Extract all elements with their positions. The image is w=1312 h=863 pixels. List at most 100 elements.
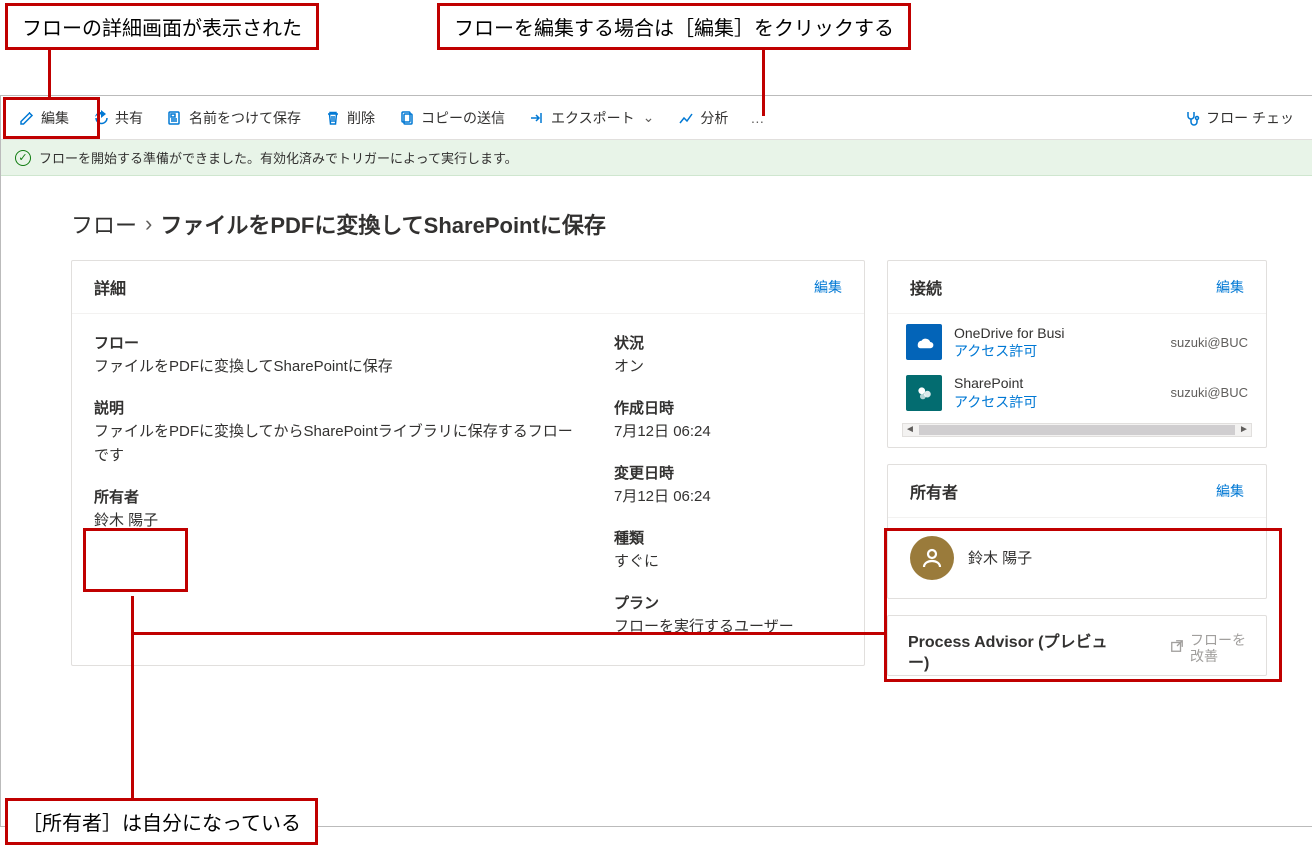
toolbar-label: 削除 bbox=[347, 108, 375, 128]
owners-card: 所有者 編集 鈴木 陽子 bbox=[887, 464, 1267, 599]
field-value: ファイルをPDFに変換してSharePointに保存 bbox=[94, 355, 574, 379]
callout-text: フローを編集する場合は［編集］をクリックする bbox=[454, 18, 894, 40]
connection-name: OneDrive for Busi bbox=[954, 324, 1159, 342]
analytics-button[interactable]: 分析 bbox=[668, 104, 738, 132]
field-created: 作成日時 7月12日 06:24 bbox=[614, 397, 842, 444]
connection-text: SharePoint アクセス許可 bbox=[954, 374, 1159, 410]
field-modified: 変更日時 7月12日 06:24 bbox=[614, 462, 842, 509]
field-label: 状況 bbox=[614, 332, 842, 353]
toolbar-label: コピーの送信 bbox=[421, 108, 505, 128]
connection-text: OneDrive for Busi アクセス許可 bbox=[954, 324, 1159, 360]
toolbar-label: 共有 bbox=[115, 108, 143, 128]
open-icon bbox=[1170, 639, 1184, 656]
cards-wrap: 詳細 編集 フロー ファイルをPDFに変換してSharePointに保存 説明 … bbox=[1, 260, 1312, 676]
export-icon bbox=[529, 110, 545, 126]
field-value: 鈴木 陽子 bbox=[94, 509, 574, 533]
onedrive-icon bbox=[906, 324, 942, 360]
field-value: オン bbox=[614, 355, 842, 379]
field-value: ファイルをPDFに変換してからSharePointライブラリに保存するフローです bbox=[94, 420, 574, 468]
connection-permissions-link[interactable]: アクセス許可 bbox=[954, 342, 1159, 360]
connection-name: SharePoint bbox=[954, 374, 1159, 392]
card-title: 詳細 bbox=[94, 275, 126, 299]
field-status: 状況 オン bbox=[614, 332, 842, 379]
breadcrumb-current: ファイルをPDFに変換してSharePointに保存 bbox=[160, 208, 605, 240]
stethoscope-icon bbox=[1184, 110, 1200, 126]
save-as-icon bbox=[167, 110, 183, 126]
breadcrumb: フロー › ファイルをPDFに変換してSharePointに保存 bbox=[1, 200, 1312, 260]
check-circle-icon: ✓ bbox=[15, 150, 31, 166]
toolbar-label: フロー チェッ bbox=[1206, 108, 1294, 128]
details-left-column: フロー ファイルをPDFに変換してSharePointに保存 説明 ファイルをP… bbox=[94, 332, 574, 643]
pa-line1: フローを bbox=[1190, 632, 1246, 648]
details-card: 詳細 編集 フロー ファイルをPDFに変換してSharePointに保存 説明 … bbox=[71, 260, 865, 666]
avatar bbox=[910, 536, 954, 580]
scroll-left-icon[interactable]: ◄ bbox=[903, 424, 917, 436]
details-edit-link[interactable]: 編集 bbox=[814, 277, 842, 297]
horizontal-scrollbar[interactable]: ◄ ► bbox=[902, 423, 1252, 437]
field-description: 説明 ファイルをPDFに変換してからSharePointライブラリに保存するフロ… bbox=[94, 397, 574, 468]
connections-edit-link[interactable]: 編集 bbox=[1216, 277, 1244, 297]
saveas-button[interactable]: 名前をつけて保存 bbox=[157, 104, 311, 132]
field-value: フローを実行するユーザー bbox=[614, 615, 842, 639]
scroll-thumb[interactable] bbox=[919, 425, 1235, 435]
status-bar: ✓ フローを開始する準備ができました。有効化済みでトリガーによって実行します。 bbox=[1, 140, 1312, 176]
owners-card-header: 所有者 編集 bbox=[888, 465, 1266, 518]
connections-card: 接続 編集 OneDrive for Busi アクセス許可 suzuki@BU… bbox=[887, 260, 1267, 448]
callout-detail-shown: フローの詳細画面が表示された bbox=[5, 3, 319, 50]
connection-account: suzuki@BUC bbox=[1171, 335, 1249, 350]
connection-row-sharepoint: SharePoint アクセス許可 suzuki@BUC bbox=[888, 364, 1266, 414]
pa-line2: 改善 bbox=[1190, 648, 1218, 664]
delete-button[interactable]: 削除 bbox=[315, 104, 385, 132]
field-label: プラン bbox=[614, 592, 842, 613]
status-text: フローを開始する準備ができました。有効化済みでトリガーによって実行します。 bbox=[39, 148, 518, 167]
process-advisor-action-text: フローを 改善 bbox=[1190, 632, 1246, 664]
callout-text: フローの詳細画面が表示された bbox=[22, 18, 302, 40]
owners-card-body: 鈴木 陽子 bbox=[888, 518, 1266, 598]
app-frame: 編集 共有 名前をつけて保存 削除 コピーの送信 bbox=[0, 95, 1312, 827]
field-label: 説明 bbox=[94, 397, 574, 418]
callout-line bbox=[131, 632, 887, 635]
copy-icon bbox=[399, 110, 415, 126]
sharepoint-icon bbox=[906, 375, 942, 411]
scroll-right-icon[interactable]: ► bbox=[1237, 424, 1251, 436]
field-label: フロー bbox=[94, 332, 574, 353]
connection-permissions-link[interactable]: アクセス許可 bbox=[954, 393, 1159, 411]
analytics-icon bbox=[678, 110, 694, 126]
details-card-header: 詳細 編集 bbox=[72, 261, 864, 314]
trash-icon bbox=[325, 110, 341, 126]
toolbar-label: 分析 bbox=[700, 108, 728, 128]
card-title: 接続 bbox=[910, 275, 942, 299]
content-area: フロー › ファイルをPDFに変換してSharePointに保存 詳細 編集 フ… bbox=[1, 176, 1312, 826]
callout-line bbox=[48, 44, 51, 97]
toolbar-label: エクスポート bbox=[551, 108, 635, 128]
callout-text: ［所有者］は自分になっている bbox=[22, 813, 301, 835]
flow-check-button[interactable]: フロー チェッ bbox=[1174, 104, 1304, 132]
field-label: 作成日時 bbox=[614, 397, 842, 418]
breadcrumb-root[interactable]: フロー bbox=[71, 208, 137, 240]
details-right-column: 状況 オン 作成日時 7月12日 06:24 変更日時 7月12日 06:24 bbox=[614, 332, 842, 643]
connection-row-onedrive: OneDrive for Busi アクセス許可 suzuki@BUC bbox=[888, 314, 1266, 364]
owners-edit-link[interactable]: 編集 bbox=[1216, 481, 1244, 501]
field-value: すぐに bbox=[614, 550, 842, 574]
field-value: 7月12日 06:24 bbox=[614, 485, 842, 509]
process-advisor-action[interactable]: フローを 改善 bbox=[1170, 632, 1246, 664]
sendcopy-button[interactable]: コピーの送信 bbox=[389, 104, 515, 132]
export-button[interactable]: エクスポート ⌄ bbox=[519, 104, 664, 132]
chevron-down-icon: ⌄ bbox=[643, 109, 655, 126]
field-label: 種類 bbox=[614, 527, 842, 548]
field-flow: フロー ファイルをPDFに変換してSharePointに保存 bbox=[94, 332, 574, 379]
edit-button[interactable]: 編集 bbox=[9, 104, 79, 132]
card-title: Process Advisor (プレビュー) bbox=[908, 632, 1128, 675]
callout-click-edit: フローを編集する場合は［編集］をクリックする bbox=[437, 3, 911, 50]
connection-account: suzuki@BUC bbox=[1171, 385, 1249, 400]
share-icon bbox=[93, 110, 109, 126]
more-button[interactable]: … bbox=[742, 106, 774, 130]
connections-card-header: 接続 編集 bbox=[888, 261, 1266, 314]
field-type: 種類 すぐに bbox=[614, 527, 842, 574]
field-owner: 所有者 鈴木 陽子 bbox=[94, 486, 574, 533]
toolbar-label: 名前をつけて保存 bbox=[189, 108, 301, 128]
process-advisor-card: Process Advisor (プレビュー) フローを 改善 bbox=[887, 615, 1267, 676]
share-button[interactable]: 共有 bbox=[83, 104, 153, 132]
field-label: 変更日時 bbox=[614, 462, 842, 483]
details-card-body: フロー ファイルをPDFに変換してSharePointに保存 説明 ファイルをP… bbox=[72, 314, 864, 665]
